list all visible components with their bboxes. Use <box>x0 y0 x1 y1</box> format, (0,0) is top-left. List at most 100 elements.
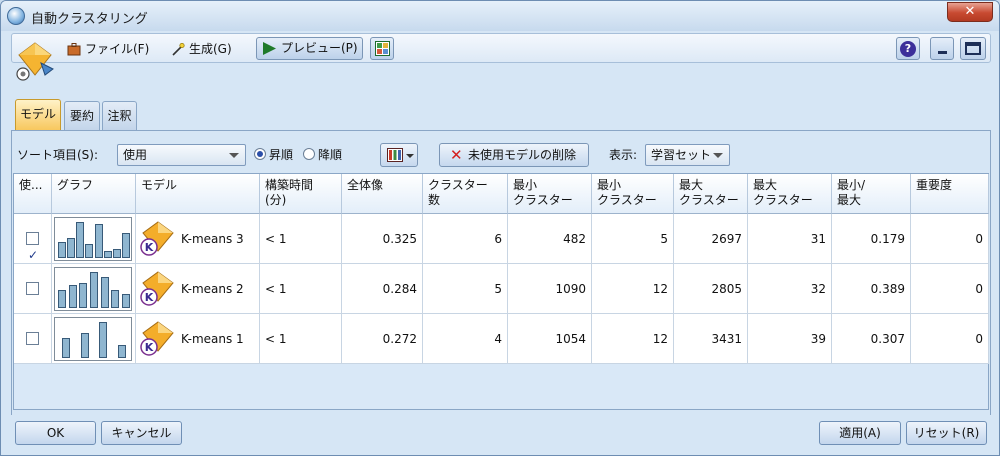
chevron-down-icon <box>229 153 239 158</box>
model-cell: K K-means 1 <box>136 314 260 364</box>
preview-button[interactable]: プレビュー(P) <box>256 37 363 60</box>
cluster-bar <box>111 290 120 308</box>
briefcase-icon <box>67 43 81 56</box>
header-build-time[interactable]: 構築時間 (分) <box>260 174 342 214</box>
model-name: K-means 1 <box>181 332 244 346</box>
ascending-label: 昇順 <box>269 148 294 162</box>
ascending-radio[interactable] <box>254 148 266 160</box>
importance-cell: 0 <box>911 264 989 314</box>
graph-cell <box>52 264 136 314</box>
num-clusters-cell: 4 <box>423 314 508 364</box>
columns-menu-button[interactable] <box>380 143 418 167</box>
header-overall[interactable]: 全体像 <box>342 174 423 214</box>
min-cluster-size-cell: 1090 <box>508 264 592 314</box>
model-name: K-means 2 <box>181 282 244 296</box>
use-checkbox[interactable] <box>26 282 39 295</box>
tab-summary[interactable]: 要約 <box>64 101 100 130</box>
chevron-down-icon <box>406 154 414 158</box>
kmeans-model-icon: K <box>140 321 174 356</box>
header-min-cluster-size[interactable]: 最小 クラスター <box>508 174 592 214</box>
tab-model[interactable]: モデル <box>15 99 61 131</box>
help-icon: ? <box>900 41 916 57</box>
generate-menu[interactable]: 生成(G) <box>169 39 232 59</box>
max-cluster-pct-cell: 31 <box>748 214 832 264</box>
cluster-bar <box>58 290 67 308</box>
toolbar <box>11 33 991 63</box>
delete-unused-models-button[interactable]: ✕ 未使用モデルの削除 <box>439 143 589 167</box>
maximize-button[interactable] <box>960 37 986 60</box>
min-max-cell: 0.179 <box>832 214 911 264</box>
num-clusters-cell: 5 <box>423 264 508 314</box>
overall-cell: 0.284 <box>342 264 423 314</box>
minimize-button[interactable] <box>930 37 954 60</box>
header-min-max[interactable]: 最小/ 最大 <box>832 174 911 214</box>
cluster-bar <box>103 251 112 258</box>
header-use[interactable]: 使... <box>14 174 52 214</box>
help-button[interactable]: ? <box>896 37 920 60</box>
view-label: 表示: <box>609 148 638 162</box>
importance-cell: 0 <box>911 214 989 264</box>
build-time-cell: < 1 <box>260 264 342 314</box>
svg-text:K: K <box>145 241 154 254</box>
sort-select[interactable]: 使用 <box>117 144 246 166</box>
min-cluster-pct-cell: 12 <box>592 264 674 314</box>
table-view-button[interactable] <box>370 37 394 60</box>
sort-label: ソート項目(S): <box>17 148 99 162</box>
ok-button[interactable]: OK <box>15 421 96 445</box>
min-cluster-size-cell: 1054 <box>508 314 592 364</box>
cluster-bar <box>122 233 131 258</box>
reset-button[interactable]: リセット(R) <box>906 421 987 445</box>
cluster-bar <box>66 238 75 258</box>
use-checkbox[interactable] <box>26 230 39 280</box>
apply-button[interactable]: 適用(A) <box>819 421 901 445</box>
header-model[interactable]: モデル <box>136 174 260 214</box>
minimize-icon <box>938 51 947 54</box>
model-cell: K K-means 2 <box>136 264 260 314</box>
kmeans-model-icon: K <box>140 271 174 306</box>
title-bar: 自動クラスタリング ✕ <box>1 1 999 31</box>
sort-select-value: 使用 <box>123 148 148 162</box>
header-graph[interactable]: グラフ <box>52 174 136 214</box>
min-cluster-pct-cell: 5 <box>592 214 674 264</box>
cluster-bar <box>100 277 109 308</box>
max-cluster-size-cell: 2805 <box>674 264 748 314</box>
file-menu[interactable]: ファイル(F) <box>65 39 149 59</box>
tab-annotation[interactable]: 注釈 <box>102 101 137 130</box>
close-button[interactable]: ✕ <box>947 2 993 22</box>
cluster-bar <box>76 222 85 258</box>
cluster-bar <box>79 283 88 308</box>
header-num-clusters[interactable]: クラスター 数 <box>423 174 508 214</box>
models-table: 使... グラフ モデル 構築時間 (分) 全体像 クラスター 数 最小 クラス… <box>13 173 989 410</box>
model-cell: K K-means 3 <box>136 214 260 264</box>
header-min-cluster-pct[interactable]: 最小 クラスター <box>592 174 674 214</box>
cluster-size-chart <box>54 317 132 361</box>
build-time-cell: < 1 <box>260 314 342 364</box>
header-max-cluster-pct[interactable]: 最大 クラスター <box>748 174 832 214</box>
build-time-cell: < 1 <box>260 214 342 264</box>
window-title: 自動クラスタリング <box>31 12 148 27</box>
view-select-value: 学習セット <box>651 148 712 162</box>
min-max-cell: 0.389 <box>832 264 911 314</box>
chevron-down-icon <box>713 153 723 158</box>
header-max-cluster-size[interactable]: 最大 クラスター <box>674 174 748 214</box>
kmeans-model-icon: K <box>140 221 174 256</box>
max-cluster-pct-cell: 39 <box>748 314 832 364</box>
max-cluster-size-cell: 2697 <box>674 214 748 264</box>
cluster-bar <box>99 322 108 358</box>
importance-cell: 0 <box>911 314 989 364</box>
cancel-button[interactable]: キャンセル <box>101 421 182 445</box>
cluster-size-chart <box>54 217 132 261</box>
delete-x-icon: ✕ <box>450 146 463 164</box>
play-icon <box>263 42 276 55</box>
cluster-size-chart <box>54 267 132 311</box>
min-cluster-size-cell: 482 <box>508 214 592 264</box>
cluster-bar <box>121 294 130 308</box>
descending-radio[interactable] <box>303 148 315 160</box>
num-clusters-cell: 6 <box>423 214 508 264</box>
min-cluster-pct-cell: 12 <box>592 314 674 364</box>
use-checkbox[interactable] <box>26 332 39 345</box>
descending-label: 降順 <box>318 148 343 162</box>
view-select[interactable]: 学習セット <box>645 144 730 166</box>
use-cell <box>14 314 52 364</box>
header-importance[interactable]: 重要度 <box>911 174 989 214</box>
